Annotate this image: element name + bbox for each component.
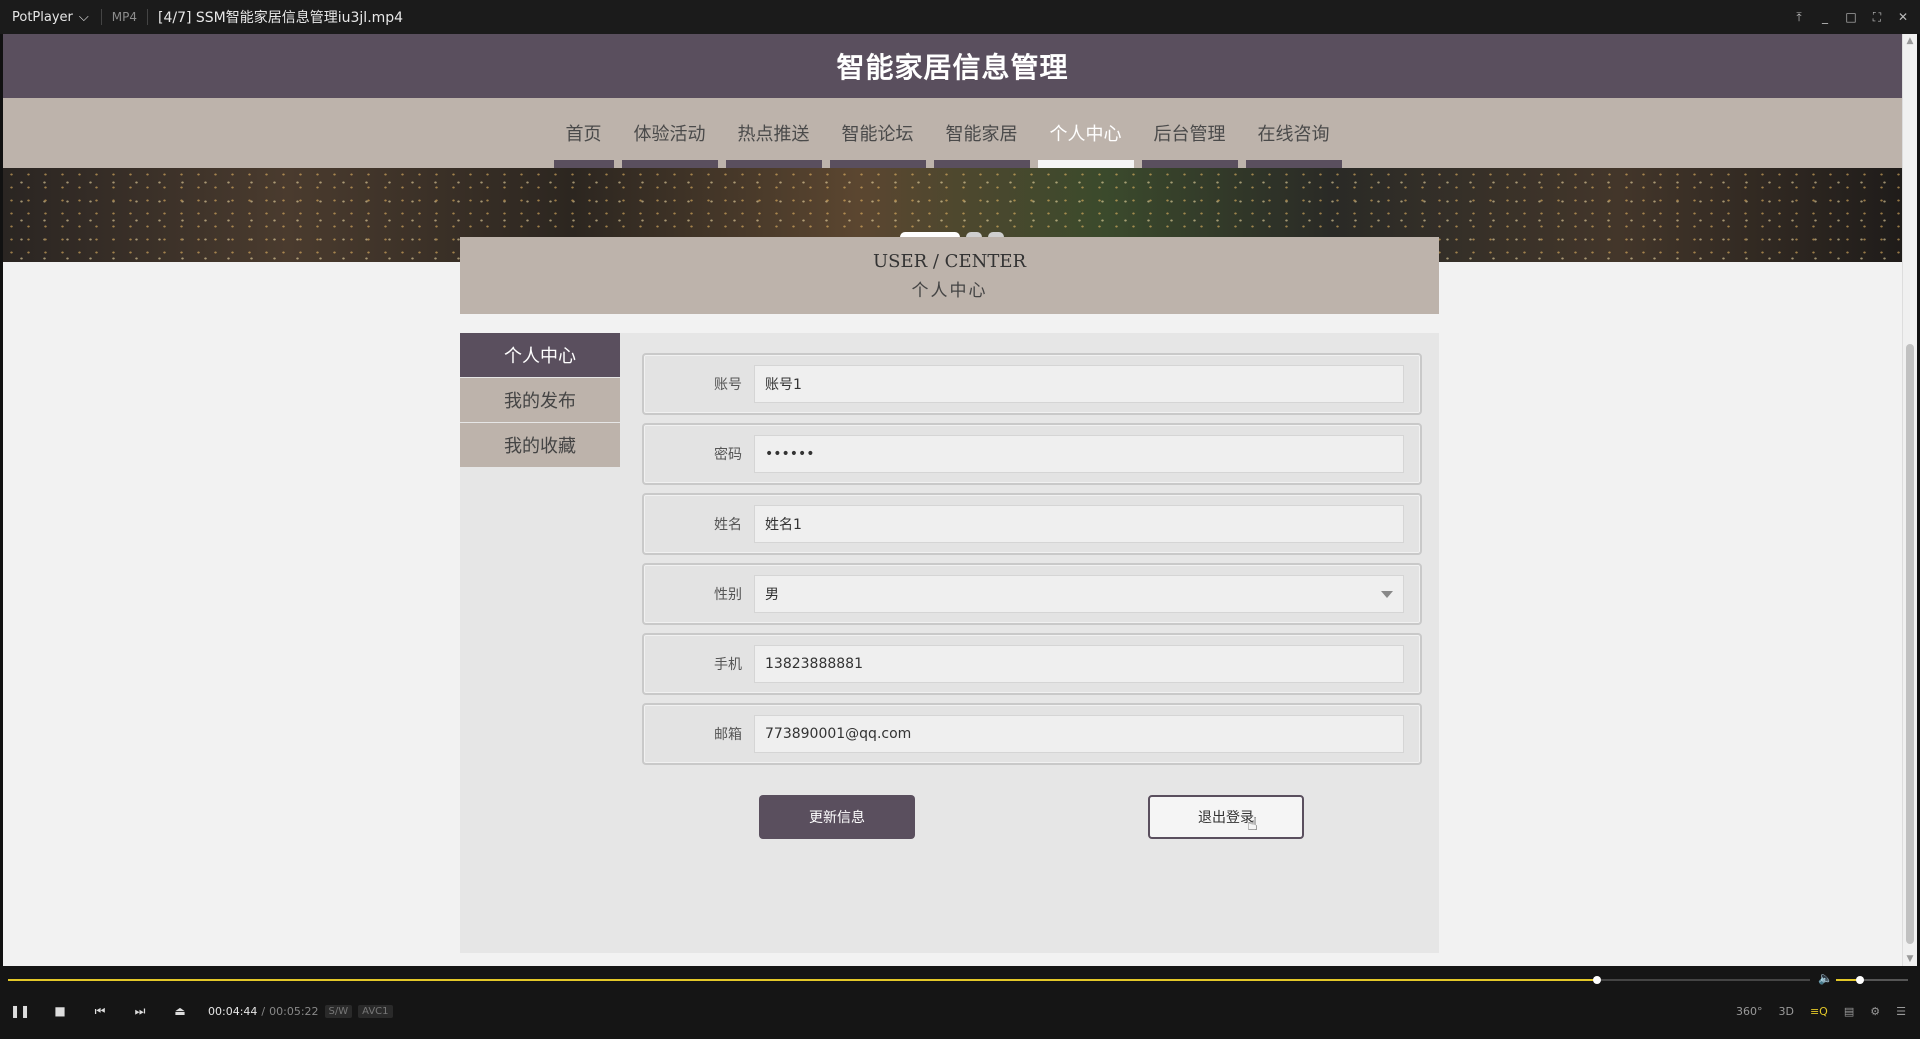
- seek-progress: [8, 979, 1598, 981]
- potplayer-menu-button[interactable]: PotPlayer ⌵: [0, 0, 101, 34]
- section-title-box: USER / CENTER 个人中心: [460, 237, 1439, 314]
- playlist-icon[interactable]: ≡Q: [1810, 1005, 1828, 1018]
- time-separator: /: [261, 1004, 266, 1018]
- menu-icon[interactable]: ☰: [1896, 1005, 1906, 1018]
- form-row-phone: 手机 13823888881: [642, 633, 1422, 695]
- password-input[interactable]: ••••••: [754, 435, 1404, 473]
- format-label: MP4: [111, 10, 137, 24]
- section-title-cn: 个人中心: [911, 281, 988, 301]
- side-menu: 个人中心 我的发布 我的收藏: [460, 333, 620, 468]
- side-menu-item[interactable]: 我的发布: [460, 378, 620, 422]
- page-scrollbar[interactable]: ▲ ▼: [1902, 34, 1917, 966]
- fullscreen-icon[interactable]: ⛶: [1870, 10, 1884, 24]
- section-title-en: USER / CENTER: [872, 251, 1027, 272]
- subtitle-icon[interactable]: ▤: [1844, 1005, 1854, 1018]
- site-title: 智能家居信息管理: [836, 51, 1069, 84]
- seek-bar[interactable]: [8, 976, 1810, 984]
- stop-icon[interactable]: ■: [40, 996, 80, 1026]
- file-title: [4/7] SSM智能家居信息管理iu3jl.mp4: [157, 10, 404, 26]
- volume-icon[interactable]: 🔈: [1818, 971, 1833, 985]
- hand-cursor-icon: ☝: [1247, 814, 1258, 835]
- player-controls: 🔈 ❚❚ ■ ⏮ ⏭ ⏏ 00:04:44 / 00:05:22 S/W AVC…: [0, 966, 1920, 1039]
- account-input[interactable]: 账号1: [754, 365, 1404, 403]
- decoder-badge[interactable]: S/W: [324, 1004, 353, 1018]
- next-icon[interactable]: ⏭: [120, 996, 160, 1026]
- minimize-icon[interactable]: _: [1818, 10, 1832, 24]
- password-label: 密码: [714, 447, 742, 463]
- name-label: 姓名: [714, 517, 742, 533]
- main-nav: 首页 体验活动 热点推送 智能论坛 智能家居 个人中心 后台管理 在线咨询: [3, 98, 1902, 168]
- player-brand: PotPlayer: [12, 9, 73, 25]
- nav-item[interactable]: 体验活动: [618, 98, 722, 168]
- eject-icon[interactable]: ⏏: [160, 996, 200, 1026]
- time-current: 00:04:44: [208, 1004, 258, 1018]
- nav-items: 首页 体验活动 热点推送 智能论坛 智能家居 个人中心 后台管理 在线咨询: [550, 98, 1346, 168]
- window-controls: ⤒ _ □ ⛶ ✕: [1792, 0, 1910, 34]
- email-input[interactable]: 773890001@qq.com: [754, 715, 1404, 753]
- form-row-name: 姓名 姓名1: [642, 493, 1422, 555]
- side-menu-item[interactable]: 我的收藏: [460, 423, 620, 467]
- close-icon[interactable]: ✕: [1896, 10, 1910, 24]
- logout-button[interactable]: 退出登录: [1148, 795, 1304, 839]
- gender-select[interactable]: 男: [754, 575, 1404, 613]
- form-row-account: 账号 账号1: [642, 353, 1422, 415]
- side-menu-item[interactable]: 个人中心: [460, 333, 620, 377]
- nav-item[interactable]: 在线咨询: [1242, 98, 1346, 168]
- maximize-icon[interactable]: □: [1844, 10, 1858, 24]
- pause-icon[interactable]: ❚❚: [0, 996, 40, 1026]
- user-center-panel: 个人中心 我的发布 我的收藏 账号 账号1 密码 •••••• 姓名 姓名1 性别 …: [460, 333, 1439, 953]
- pin-icon[interactable]: ⤒: [1792, 10, 1806, 24]
- codec-badge[interactable]: AVC1: [358, 1004, 393, 1018]
- name-input[interactable]: 姓名1: [754, 505, 1404, 543]
- chevron-down-icon: [1381, 590, 1393, 598]
- scroll-down-icon[interactable]: ▼: [1905, 954, 1915, 964]
- volume-slider[interactable]: [1836, 976, 1908, 984]
- site-header: 智能家居信息管理: [3, 34, 1902, 98]
- email-label: 邮箱: [714, 727, 742, 743]
- profile-form: 账号 账号1 密码 •••••• 姓名 姓名1 性别 男 手机 13823888…: [642, 353, 1422, 839]
- playback-controls: ❚❚ ■ ⏮ ⏭ ⏏ 00:04:44 / 00:05:22 S/W AVC1 …: [0, 996, 1920, 1026]
- gender-label: 性别: [714, 587, 742, 603]
- time-total: 00:05:22: [269, 1004, 319, 1018]
- nav-item[interactable]: 后台管理: [1138, 98, 1242, 168]
- player-right-controls: 360° 3D ≡Q ▤ ⚙ ☰: [1736, 996, 1906, 1026]
- player-titlebar: PotPlayer ⌵ MP4 [4/7] SSM智能家居信息管理iu3jl.m…: [0, 0, 1920, 34]
- update-info-button[interactable]: 更新信息: [759, 795, 915, 839]
- seek-handle[interactable]: [1593, 976, 1602, 984]
- phone-input[interactable]: 13823888881: [754, 645, 1404, 683]
- account-label: 账号: [714, 377, 742, 393]
- form-row-gender: 性别 男: [642, 563, 1422, 625]
- nav-item[interactable]: 智能论坛: [826, 98, 930, 168]
- divider: [146, 9, 148, 25]
- vr360-icon[interactable]: 360°: [1736, 1005, 1763, 1018]
- form-row-email: 邮箱 773890001@qq.com: [642, 703, 1422, 765]
- nav-item[interactable]: 热点推送: [722, 98, 826, 168]
- scroll-up-icon[interactable]: ▲: [1905, 36, 1915, 46]
- nav-item[interactable]: 首页: [550, 98, 618, 168]
- gender-value: 男: [765, 587, 779, 603]
- nav-item[interactable]: 个人中心: [1034, 98, 1138, 168]
- stereo3d-icon[interactable]: 3D: [1779, 1005, 1794, 1018]
- nav-item[interactable]: 智能家居: [930, 98, 1034, 168]
- form-row-password: 密码 ••••••: [642, 423, 1422, 485]
- settings-icon[interactable]: ⚙: [1870, 1005, 1880, 1018]
- scrollbar-thumb[interactable]: [1906, 344, 1914, 944]
- volume-handle[interactable]: [1855, 976, 1864, 984]
- chevron-down-icon: ⌵: [78, 9, 89, 25]
- phone-label: 手机: [714, 657, 742, 673]
- previous-icon[interactable]: ⏮: [80, 996, 120, 1026]
